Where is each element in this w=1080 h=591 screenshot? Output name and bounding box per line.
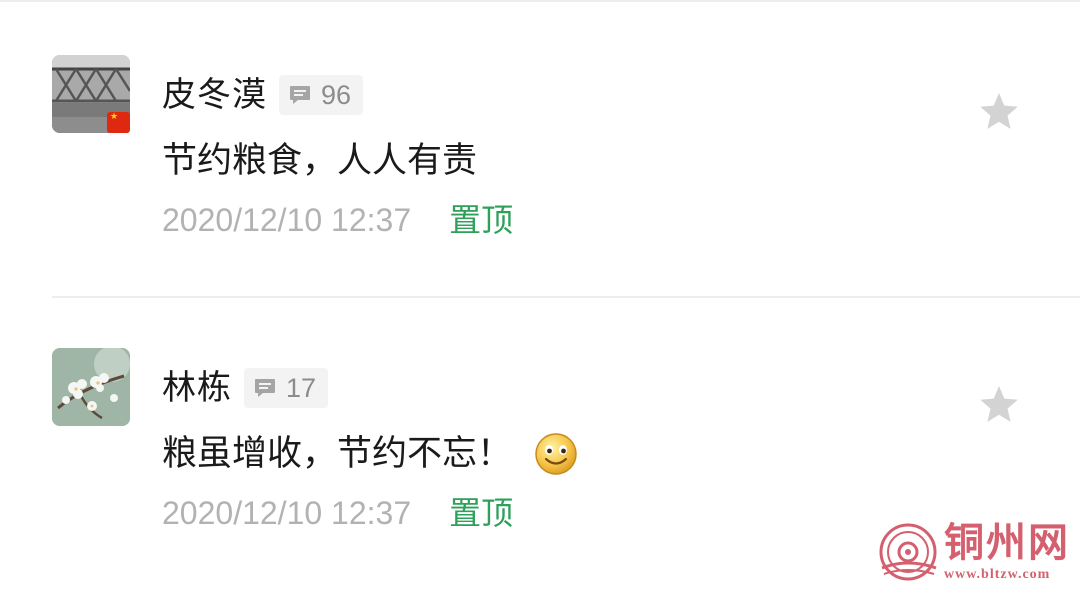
comment-text: 节约粮食，人人有责 xyxy=(162,137,477,185)
pinned-label: 置顶 xyxy=(449,494,514,532)
reply-count: 17 xyxy=(286,372,317,403)
pinned-label: 置顶 xyxy=(449,201,514,239)
author-row: 林栋 17 xyxy=(162,366,329,410)
comment-text: 粮虽增收，节约不忘！ xyxy=(162,430,578,478)
author-row: 皮冬漠 96 xyxy=(162,73,364,117)
comment-text-content: 粮虽增收，节约不忘！ xyxy=(162,434,513,474)
comment-text-content: 节约粮食，人人有责 xyxy=(162,141,478,181)
china-flag-icon: ★ xyxy=(107,112,130,133)
like-star-button[interactable] xyxy=(977,90,1021,134)
reply-count-badge[interactable]: 17 xyxy=(244,368,329,408)
reply-count: 96 xyxy=(321,79,352,110)
like-star-button[interactable] xyxy=(977,383,1021,427)
comment-icon xyxy=(255,379,275,397)
comment-meta: 2020/12/10 12:37 置顶 xyxy=(162,490,513,536)
timestamp: 2020/12/10 12:37 xyxy=(162,202,412,238)
smile-emoji-icon xyxy=(534,432,578,476)
comment-icon xyxy=(290,86,310,104)
star-icon xyxy=(980,93,1018,129)
comment-meta: 2020/12/10 12:37 置顶 xyxy=(162,197,513,243)
timestamp: 2020/12/10 12:37 xyxy=(162,495,412,531)
author-avatar[interactable] xyxy=(52,348,130,426)
watermark-url: www.bltzw.com xyxy=(944,567,1051,582)
author-name[interactable]: 皮冬漠 xyxy=(162,73,267,117)
top-divider xyxy=(0,0,1080,2)
reply-count-badge[interactable]: 96 xyxy=(279,75,364,115)
comment-divider xyxy=(52,296,1080,298)
star-icon xyxy=(980,386,1018,422)
watermark-logo-icon xyxy=(879,523,937,581)
site-watermark: 铜州网 www.bltzw.com xyxy=(878,520,1074,588)
watermark-title: 铜州网 xyxy=(944,519,1070,566)
author-name[interactable]: 林栋 xyxy=(162,366,232,410)
flower-photo-icon xyxy=(52,348,130,426)
